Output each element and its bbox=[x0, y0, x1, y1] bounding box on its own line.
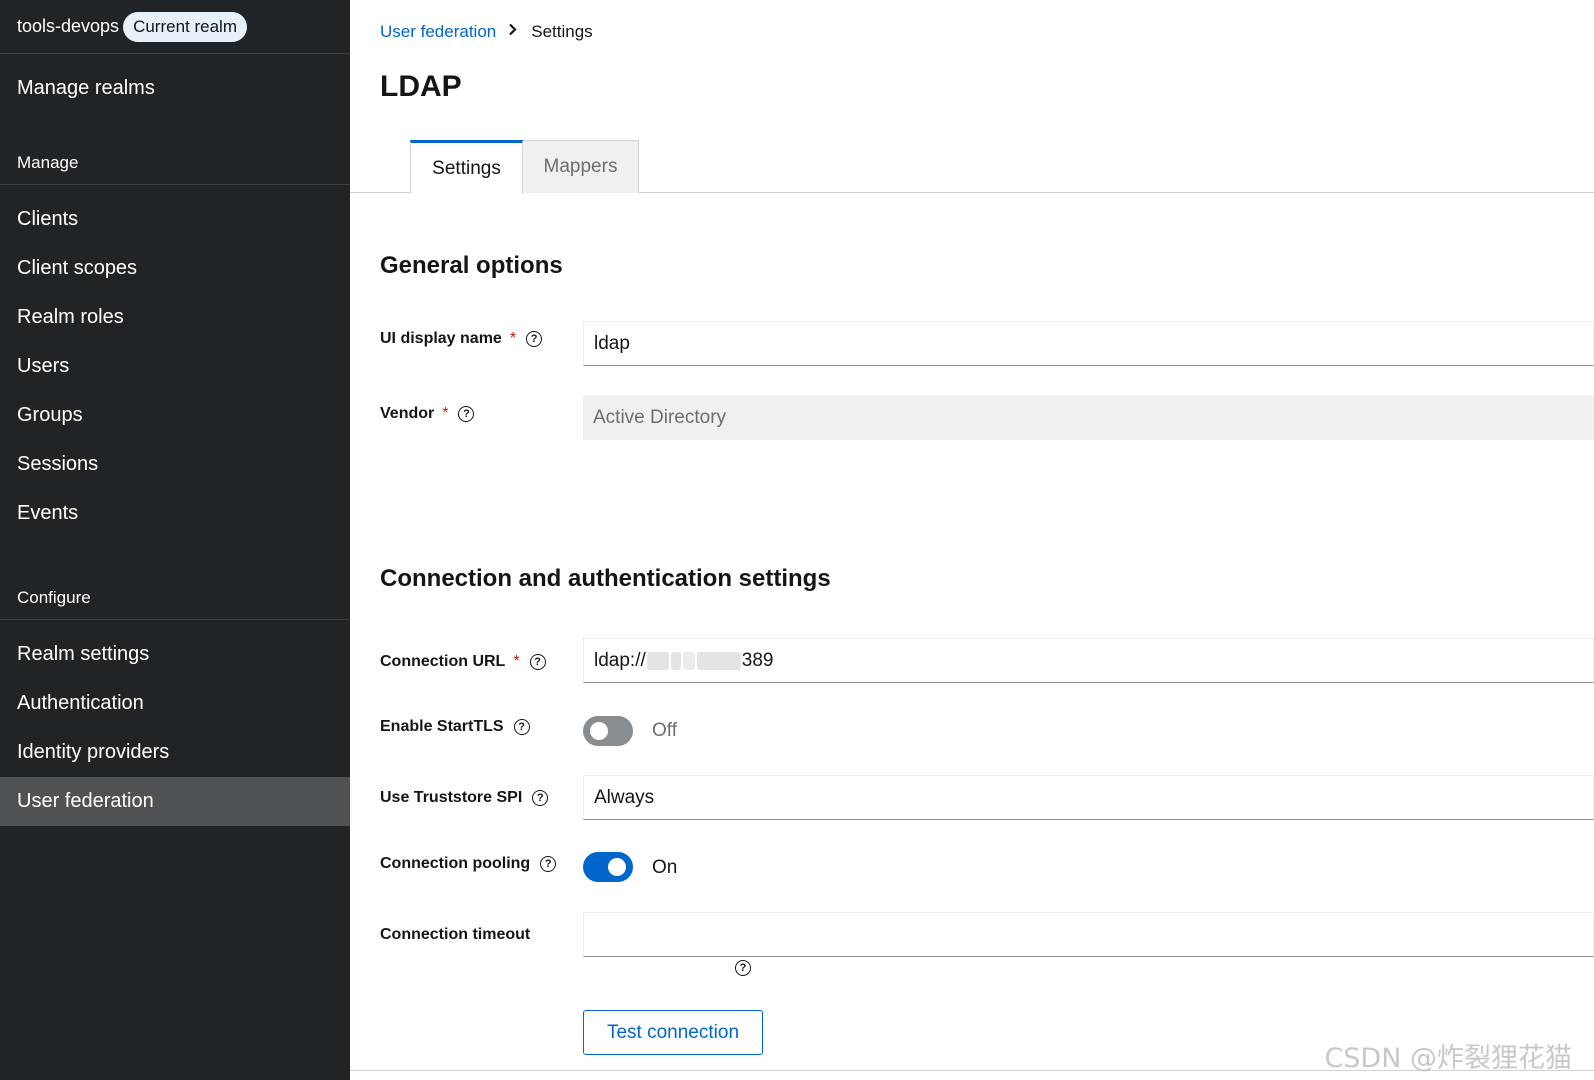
connection-url-label-text: Connection URL bbox=[380, 653, 506, 670]
help-icon[interactable]: ? bbox=[540, 856, 557, 872]
help-icon[interactable]: ? bbox=[526, 331, 543, 347]
configure-section-title: Configure bbox=[0, 576, 350, 620]
general-options-heading: General options bbox=[380, 252, 563, 279]
enable-starttls-state: Off bbox=[652, 720, 677, 741]
help-icon[interactable]: ? bbox=[532, 790, 549, 806]
sidebar-item-authentication[interactable]: Authentication bbox=[0, 679, 350, 728]
sidebar-item-identity-providers[interactable]: Identity providers bbox=[0, 728, 350, 777]
connection-url-label: Connection URL * ? bbox=[380, 653, 546, 671]
use-truststore-spi-select[interactable]: Always bbox=[583, 775, 1594, 820]
sidebar-item-user-federation[interactable]: User federation bbox=[0, 777, 350, 826]
configure-nav-group: Realm settings Authentication Identity p… bbox=[0, 630, 350, 826]
connection-pooling-label: Connection pooling ? bbox=[380, 855, 557, 873]
current-realm-badge: Current realm bbox=[123, 11, 247, 42]
sidebar-item-client-scopes[interactable]: Client scopes bbox=[0, 244, 350, 293]
enable-starttls-label-text: Enable StartTLS bbox=[380, 718, 504, 735]
page-title: LDAP bbox=[380, 70, 462, 103]
sidebar: tools-devops Current realm Manage realms… bbox=[0, 0, 350, 1080]
ui-display-name-input[interactable]: ldap bbox=[583, 321, 1594, 366]
required-marker: * bbox=[442, 405, 449, 422]
connection-timeout-label-text: Connection timeout bbox=[380, 926, 531, 943]
connection-url-prefix: ldap:// bbox=[594, 649, 646, 671]
ui-display-name-label-text: UI display name bbox=[380, 330, 502, 347]
breadcrumb: User federation Settings bbox=[380, 22, 593, 42]
help-icon[interactable]: ? bbox=[458, 406, 475, 422]
sidebar-item-groups[interactable]: Groups bbox=[0, 391, 350, 440]
sidebar-item-sessions[interactable]: Sessions bbox=[0, 440, 350, 489]
realm-selector[interactable]: tools-devops Current realm bbox=[0, 0, 350, 54]
manage-nav-group: Clients Client scopes Realm roles Users … bbox=[0, 195, 350, 538]
vendor-label: Vendor * ? bbox=[380, 405, 475, 423]
help-icon[interactable]: ? bbox=[735, 960, 751, 976]
sidebar-item-clients[interactable]: Clients bbox=[0, 195, 350, 244]
tab-settings[interactable]: Settings bbox=[410, 140, 523, 194]
required-marker: * bbox=[513, 653, 520, 670]
help-icon[interactable]: ? bbox=[529, 654, 546, 670]
ui-display-name-label: UI display name * ? bbox=[380, 330, 543, 348]
toggle-knob bbox=[590, 722, 608, 740]
connection-timeout-input[interactable] bbox=[583, 912, 1594, 957]
use-truststore-spi-label: Use Truststore SPI ? bbox=[380, 789, 549, 807]
test-connection-button[interactable]: Test connection bbox=[583, 1010, 763, 1055]
sidebar-item-users[interactable]: Users bbox=[0, 342, 350, 391]
watermark: CSDN @炸裂狸花猫 bbox=[1324, 1043, 1572, 1074]
tab-mappers[interactable]: Mappers bbox=[523, 140, 639, 193]
toggle-knob bbox=[608, 858, 626, 876]
breadcrumb-user-federation-link[interactable]: User federation bbox=[380, 22, 496, 42]
breadcrumb-current: Settings bbox=[531, 22, 593, 41]
connection-pooling-toggle[interactable] bbox=[583, 852, 633, 882]
tab-bar: Settings Mappers bbox=[350, 140, 1594, 194]
enable-starttls-label: Enable StartTLS ? bbox=[380, 718, 530, 736]
help-icon[interactable]: ? bbox=[513, 719, 530, 735]
vendor-select: Active Directory bbox=[583, 395, 1594, 440]
connection-timeout-label: Connection timeout bbox=[380, 926, 530, 944]
connection-url-input[interactable]: ldap:// 389 bbox=[583, 638, 1594, 683]
connection-pooling-state: On bbox=[652, 857, 678, 878]
sidebar-item-events[interactable]: Events bbox=[0, 489, 350, 538]
manage-section-title: Manage bbox=[0, 141, 350, 185]
connection-settings-heading: Connection and authentication settings bbox=[380, 565, 831, 592]
sidebar-item-realm-roles[interactable]: Realm roles bbox=[0, 293, 350, 342]
chevron-right-icon bbox=[508, 23, 517, 41]
realm-name: tools-devops bbox=[17, 16, 120, 36]
enable-starttls-toggle[interactable] bbox=[583, 716, 633, 746]
required-marker: * bbox=[509, 330, 517, 347]
connection-url-port: 389 bbox=[741, 649, 774, 671]
redacted-host bbox=[646, 651, 742, 670]
sidebar-item-realm-settings[interactable]: Realm settings bbox=[0, 630, 350, 679]
connection-pooling-label-text: Connection pooling bbox=[380, 855, 531, 872]
manage-realms-link[interactable]: Manage realms bbox=[0, 64, 350, 113]
main-content: User federation Settings LDAP Settings M… bbox=[350, 0, 1594, 1080]
use-truststore-spi-label-text: Use Truststore SPI bbox=[380, 789, 523, 806]
vendor-label-text: Vendor bbox=[380, 405, 435, 422]
